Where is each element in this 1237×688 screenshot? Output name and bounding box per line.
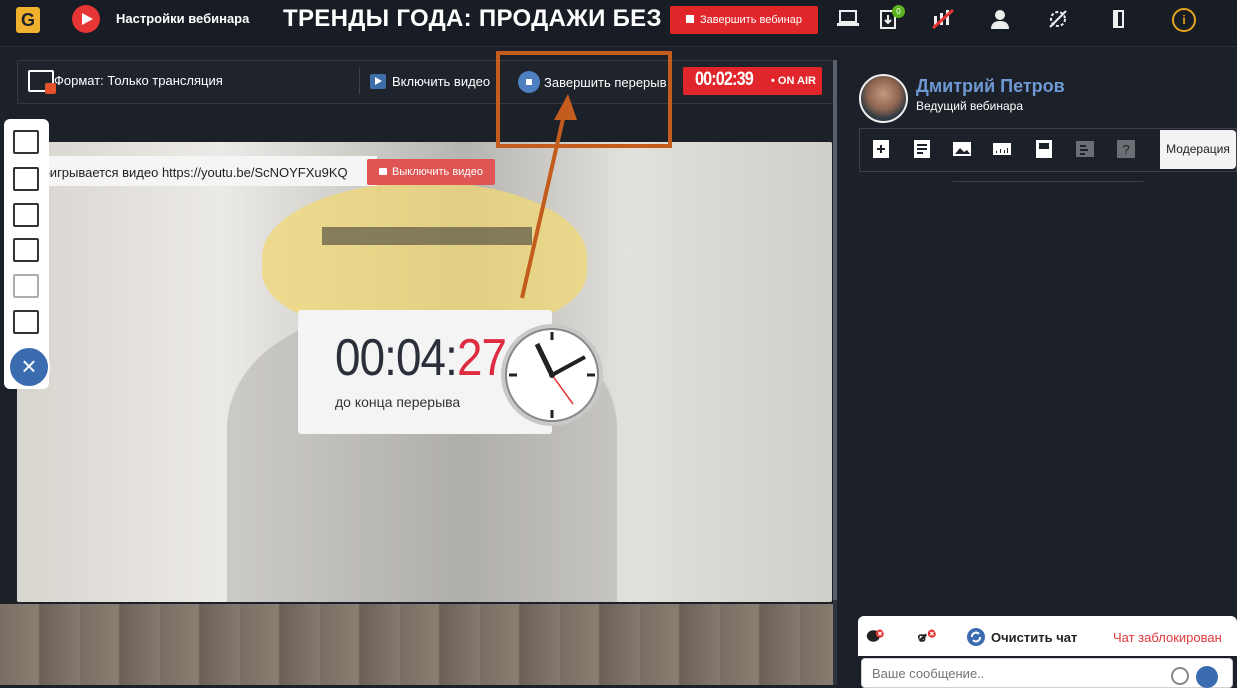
notifications-badge: 0 [892,5,905,18]
stop-icon [686,15,694,23]
test-tool-icon[interactable] [13,310,39,334]
draw-tool-icon[interactable] [13,130,39,154]
host-role: Ведущий вебинара [916,99,1024,113]
chat-locked-toggle[interactable]: Чат заблокирован [1113,630,1222,645]
control-divider [359,68,360,94]
host-avatar [859,74,908,123]
clock-icon [501,324,603,426]
play-video-icon[interactable] [370,74,386,89]
image-slide-icon[interactable] [952,139,972,159]
panel-divider [953,181,1143,182]
laptop-icon[interactable] [836,8,860,32]
clear-chat-button[interactable]: Очистить чат [991,630,1077,645]
effects-off-icon[interactable] [1046,8,1070,32]
disable-video-button[interactable]: Выключить видео [367,159,495,185]
format-label[interactable]: Формат: Только трансляция [54,73,223,88]
playing-video-text: Проигрывается видео https://youtu.be/ScN… [26,165,348,180]
refresh-chat-icon[interactable] [966,627,986,647]
banner-slide-icon[interactable] [992,139,1012,159]
disable-video-label: Выключить видео [392,166,483,178]
chart-tool-icon[interactable] [13,238,39,262]
format-broadcast-icon [28,70,56,94]
broadcast-timer: 00:02:39 [695,69,754,90]
question-slide-icon[interactable]: ? [1116,139,1136,159]
add-slide-icon[interactable] [871,139,891,159]
countdown-main: 00:04: [335,329,458,387]
end-webinar-label: Завершить вебинар [700,14,802,26]
break-countdown: 00:04:27 [335,328,507,388]
svg-text:?: ? [1122,142,1129,157]
stage-scrollbar-thumb[interactable] [833,60,837,600]
tutorial-arrow [520,94,577,299]
webinar-settings-link[interactable]: Настройки вебинара [116,11,249,26]
mic-muted-icon[interactable] [931,8,955,32]
info-icon[interactable]: i [1172,8,1196,32]
on-air-label: • ON AIR [771,75,816,87]
moderation-button[interactable]: Модерация [1160,130,1236,169]
wooden-floor-background [0,604,835,685]
poll-slide-icon[interactable] [1075,139,1095,159]
document-tool-icon[interactable] [13,167,39,191]
enable-video-button[interactable]: Включить видео [392,74,490,89]
edit-tool-icon[interactable] [13,274,39,298]
webinar-title: ТРЕНДЫ ГОДА: ПРОДАЖИ БЕЗ ... [283,5,690,32]
end-webinar-button[interactable]: Завершить вебинар [670,6,818,34]
user-icon[interactable] [988,8,1012,32]
emoji-icon[interactable] [1171,667,1189,685]
text-slide-icon[interactable] [912,139,932,159]
host-name[interactable]: Дмитрий Петров [916,76,1065,97]
image-tool-icon[interactable] [13,203,39,227]
countdown-caption: до конца перерыва [335,394,461,410]
book-slide-icon[interactable] [1034,139,1054,159]
background-hat-band [322,227,532,245]
app-logo[interactable]: G [16,7,40,33]
settings-gear-icon[interactable] [72,5,100,33]
camera-icon [379,168,388,175]
hide-messages-icon[interactable] [866,627,884,645]
exit-door-icon[interactable] [1107,8,1131,32]
close-tools-button[interactable]: × [8,346,50,388]
block-links-icon[interactable] [918,627,936,645]
